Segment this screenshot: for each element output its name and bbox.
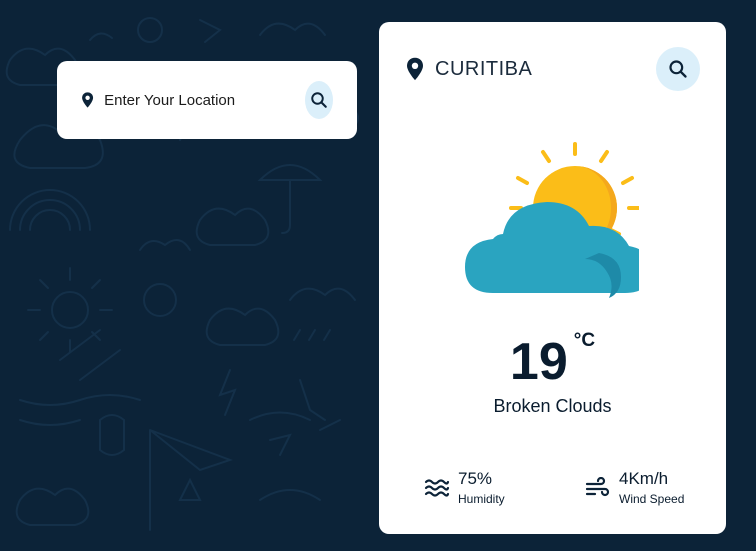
weather-card: CURITIBA 19 °C Broken Clouds 75% Humidit…: [379, 22, 726, 534]
weather-card-header: CURITIBA: [405, 47, 700, 91]
temperature-unit: °C: [573, 330, 596, 351]
search-icon: [311, 92, 327, 108]
temperature-value: 19: [509, 333, 568, 391]
wind-stat: 4Km/h Wind Speed: [585, 469, 684, 506]
search-button[interactable]: [305, 81, 333, 119]
location-search-bar: [57, 61, 357, 139]
humidity-label: Humidity: [458, 492, 505, 506]
location-input[interactable]: [102, 90, 306, 110]
humidity-waves-icon: [424, 478, 450, 497]
header-search-button[interactable]: [656, 47, 700, 91]
wind-speed-value: 4Km/h: [619, 469, 669, 488]
wind-speed-label: Wind Speed: [619, 492, 685, 506]
temperature-display: 19 °C: [379, 330, 726, 392]
sun-behind-cloud-icon: [465, 142, 639, 298]
wind-icon: [585, 476, 610, 496]
location-pin-icon: [407, 57, 423, 81]
humidity-value: 75%: [458, 469, 493, 488]
weather-condition: Broken Clouds: [493, 396, 612, 416]
search-icon: [669, 60, 687, 78]
location-pin-icon: [82, 92, 94, 108]
humidity-stat: 75% Humidity: [424, 469, 505, 506]
city-name: CURITIBA: [435, 57, 533, 80]
